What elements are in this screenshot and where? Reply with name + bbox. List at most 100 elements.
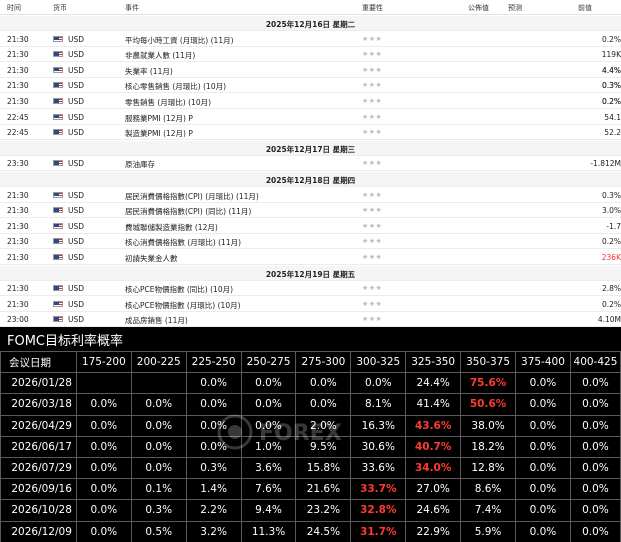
calendar-event-row[interactable]: 21:30 USD 核心PCE物價指數 (同比) (10月) ★★★ 2.8% — [0, 281, 621, 297]
calendar-event-row[interactable]: 23:30 USD 原油庫存 ★★★ -1.812M — [0, 156, 621, 172]
fomc-row: 2026/01/28 0.0% 0.0% 0.0% 0.0% 24.4% 75.6% 0.0%… — [0, 372, 621, 395]
fomc-probability-panel: FOMC目标利率概率 会议日期 175-200 200-225 225-250 250-… — [0, 327, 621, 542]
column-rate-range: 325-350 — [405, 350, 462, 374]
probability-cell: 0.0% — [350, 372, 407, 395]
event-previous: -1.812M — [590, 159, 621, 169]
fomc-body: 2026/01/28 0.0% 0.0% 0.0% 0.0% 24.4% 75.6% 0.0%… — [0, 372, 621, 542]
probability-cell: 0.0% — [240, 372, 297, 395]
event-previous: 0.3% — [601, 81, 621, 91]
column-rate-range: 375-400 — [515, 350, 571, 374]
probability-cell: 0.0% — [75, 435, 132, 458]
probability-cell: 0.0% — [75, 456, 132, 480]
calendar-event-row[interactable]: 22:45 USD 製造業PMI (12月) P ★★★ 52.2 — [0, 125, 621, 141]
probability-max-cell: 32.8% — [350, 499, 407, 522]
header-previous: 前值 — [578, 4, 592, 12]
meeting-date: 2026/04/29 — [0, 414, 77, 437]
calendar-event-row[interactable]: 21:30 USD 非農就業人數 (11月) ★★★ 119K — [0, 47, 621, 63]
calendar-event-row[interactable]: 21:30 USD 居民消費價格指數(CPI) (月環比) (11月) ★★★ 0.3% — [0, 188, 621, 203]
event-previous: 236K — [601, 253, 621, 262]
probability-cell: 0.0% — [515, 435, 571, 458]
column-rate-range: 350-375 — [460, 350, 517, 374]
probability-max-cell: 33.7% — [350, 478, 407, 501]
calendar-event-row[interactable]: 21:30 USD 平均每小時工資 (月環比) (11月) ★★★ 0.2% — [0, 32, 621, 47]
event-previous: 0.2% — [601, 97, 621, 106]
fomc-row: 2026/06/17 0.0% 0.0% 0.0% 1.0% 9.5% 30.6% 40.7%… — [0, 435, 621, 458]
probability-cell: 0.5% — [130, 520, 187, 542]
probability-cell: 7.6% — [240, 478, 297, 501]
calendar-event-row[interactable]: 21:30 USD 零售銷售 (月環比) (10月) ★★★ 0.2% 0.2% — [0, 94, 621, 109]
column-meeting-date: 会议日期 — [0, 350, 77, 374]
probability-cell: 0.0% — [569, 372, 621, 395]
calendar-event-row[interactable]: 21:30 USD 核心零售銷售 (月環比) (10月) ★★★ 0.3% 0.3% — [0, 78, 621, 94]
calendar-date-label: 2025年12月18日 星期四 — [265, 176, 356, 185]
probability-cell: 21.6% — [295, 478, 352, 501]
probability-cell: 0.0% — [185, 372, 242, 395]
probability-cell: 0.0% — [515, 393, 571, 416]
fomc-row: 2026/09/16 0.0% 0.1% 1.4% 7.6% 21.6% 33.7% 27.0… — [0, 478, 621, 501]
fomc-title: FOMC目标利率概率 — [7, 334, 124, 349]
calendar-event-row[interactable]: 21:30 USD 費城聯儲製造業指數 (12月) ★★★ -1.7 — [0, 219, 621, 234]
probability-cell: 0.0% — [569, 499, 621, 522]
probability-cell: 0.0% — [569, 435, 621, 458]
probability-cell: 22.9% — [405, 520, 462, 542]
event-previous: 0.2% — [601, 34, 621, 44]
probability-cell: 0.0% — [515, 499, 571, 522]
probability-cell: 0.0% — [295, 393, 352, 416]
column-rate-range: 225-250 — [185, 350, 242, 374]
probability-max-cell: 31.7% — [350, 520, 407, 542]
event-previous: 4.4% — [601, 65, 621, 75]
probability-cell: 0.0% — [130, 456, 187, 480]
fomc-table: 会议日期 175-200 200-225 225-250 250-275 275-300 3… — [0, 350, 621, 542]
probability-max-cell: 40.7% — [405, 435, 462, 458]
probability-cell: 0.1% — [130, 478, 187, 501]
fomc-row: 2026/12/09 0.0% 0.5% 3.2% 11.3% 24.5% 31.7% 22.… — [0, 520, 621, 542]
event-previous: 4.10M — [597, 315, 621, 325]
calendar-event-row[interactable]: 21:30 USD 初請失業金人數 ★★★ 236K — [0, 250, 621, 265]
probability-cell: 2.2% — [185, 499, 242, 522]
probability-cell: 0.0% — [75, 478, 132, 501]
probability-cell: 24.4% — [405, 372, 462, 395]
meeting-date: 2026/03/18 — [0, 393, 77, 416]
event-previous: 0.2% — [601, 237, 621, 247]
probability-cell: 3.2% — [185, 520, 242, 542]
calendar-date-row: 2025年12月16日 星期二 — [0, 16, 621, 31]
probability-cell: 0.0% — [130, 435, 187, 458]
probability-cell: 24.5% — [295, 520, 352, 542]
fomc-row: 2026/10/28 0.0% 0.3% 2.2% 9.4% 23.2% 32.8% 24.6… — [0, 499, 621, 522]
calendar-event-row[interactable]: 21:30 USD 居民消費價格指數(CPI) (同比) (11月) ★★★ 3.0% — [0, 203, 621, 219]
probability-cell: 0.0% — [569, 520, 621, 542]
probability-cell: 1.0% — [240, 435, 297, 458]
fomc-row: 2026/03/18 0.0% 0.0% 0.0% 0.0% 0.0% 8.1% 41.4% 5… — [0, 393, 621, 416]
calendar-date-label: 2025年12月17日 星期三 — [265, 144, 356, 154]
probability-cell: 23.2% — [295, 499, 352, 522]
calendar-event-row[interactable]: 23:00 USD 成品房銷售 (11月) ★★★ 4.10M — [0, 312, 621, 327]
calendar-event-row[interactable]: 21:30 USD 失業率 (11月) ★★★ 4.4% 4.4% — [0, 63, 621, 78]
calendar-event-row[interactable]: 21:30 USD 核心PCE物價指數 (月環比) (10月) ★★★ 0.2% — [0, 297, 621, 312]
calendar-date-label: 2025年12月19日 星期五 — [265, 269, 356, 279]
column-rate-range: 300-325 — [350, 350, 407, 374]
probability-cell: 0.0% — [130, 393, 187, 416]
probability-cell: 12.8% — [460, 456, 517, 480]
calendar-event-row[interactable]: 22:45 USD 服務業PMI (12月) P ★★★ 54.1 — [0, 110, 621, 125]
probability-cell: 38.0% — [460, 414, 517, 437]
probability-cell: 0.0% — [185, 414, 242, 437]
header-time: 时间 — [7, 4, 21, 12]
calendar-event-row[interactable]: 21:30 USD 核心消費價格指數 (月環比) (11月) ★★★ 0.2% — [0, 234, 621, 250]
fomc-header-row: 会议日期 175-200 200-225 225-250 250-275 275-300 3… — [0, 350, 621, 374]
probability-cell: 0.0% — [75, 520, 132, 542]
probability-cell: 0.0% — [75, 499, 132, 522]
fomc-row: 2026/07/29 0.0% 0.0% 0.3% 3.6% 15.8% 33.6% 34.0… — [0, 456, 621, 480]
probability-cell: 33.6% — [350, 456, 407, 480]
probability-cell — [130, 372, 187, 395]
probability-cell: 3.6% — [240, 456, 297, 480]
event-previous: 52.2 — [604, 128, 621, 138]
header-importance: 重要性 — [362, 4, 383, 12]
probability-cell: 8.6% — [460, 478, 517, 501]
probability-cell: 11.3% — [240, 520, 297, 542]
probability-cell: 27.0% — [405, 478, 462, 501]
probability-cell: 0.0% — [185, 435, 242, 458]
event-previous: 119K — [601, 50, 621, 60]
column-rate-range: 400-425 — [569, 350, 621, 374]
meeting-date: 2026/07/29 — [0, 456, 77, 480]
probability-cell: 0.3% — [185, 456, 242, 480]
